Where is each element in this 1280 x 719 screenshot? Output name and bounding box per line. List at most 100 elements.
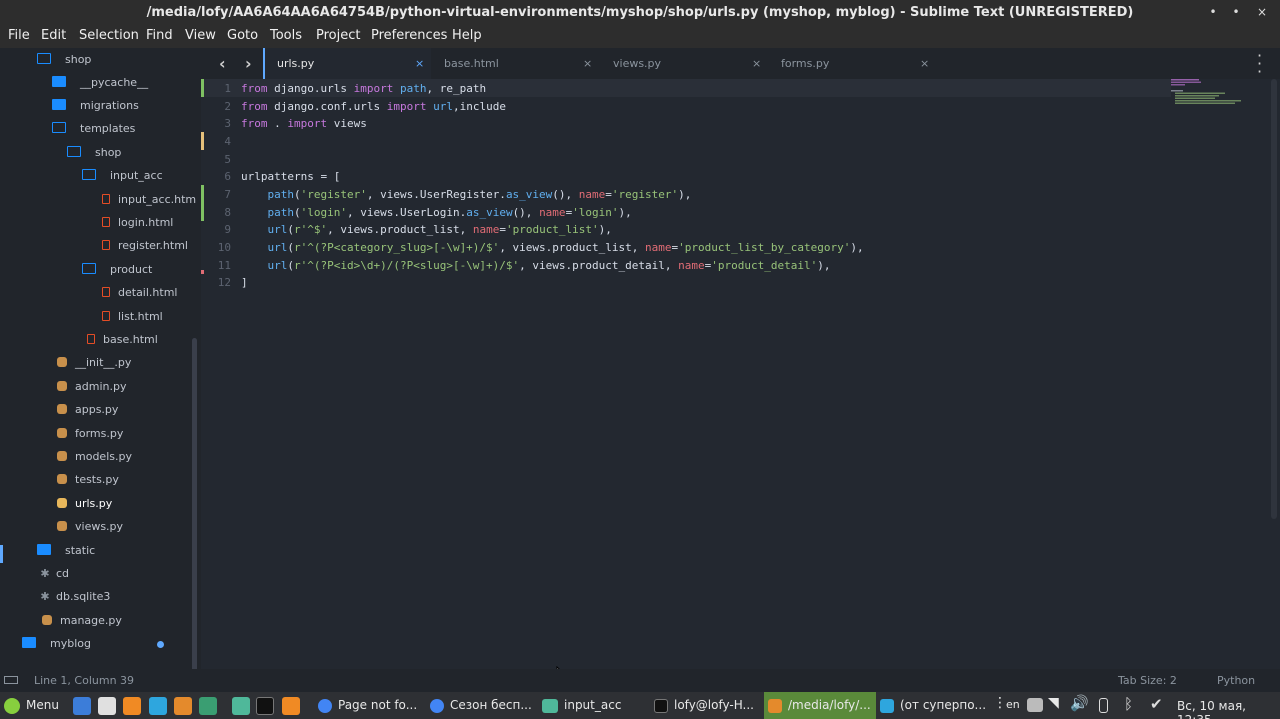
tree-item[interactable]: static <box>37 542 95 560</box>
tree-item[interactable]: views.py <box>57 518 123 536</box>
tree-item[interactable]: login.html <box>102 214 173 232</box>
tree-item[interactable]: models.py <box>57 448 132 466</box>
tree-item[interactable]: myblog <box>22 635 91 653</box>
editor-scrollbar[interactable] <box>1271 79 1277 519</box>
taskbar: Menu Page not fo... Сезон бесп... input_… <box>0 692 1280 719</box>
menu-project[interactable]: Project <box>316 28 360 43</box>
tree-item-label: migrations <box>80 99 139 112</box>
tree-item[interactable]: migrations <box>52 97 139 115</box>
tab-close-icon[interactable]: × <box>583 48 592 79</box>
telegram-icon[interactable] <box>149 697 167 715</box>
restore-button[interactable]: • <box>1226 0 1246 25</box>
task-window-active[interactable]: /media/lofy/... <box>764 692 876 719</box>
tab-urls-py[interactable]: urls.py × <box>263 48 431 79</box>
tab-size-selector[interactable]: Tab Size: 2 <box>1118 674 1177 687</box>
menu-goto[interactable]: Goto <box>227 28 258 43</box>
folder-app-icon[interactable] <box>232 697 250 715</box>
menu-tools[interactable]: Tools <box>270 28 302 43</box>
tree-item[interactable]: input_acc.htm <box>102 191 196 209</box>
tree-item[interactable]: __pycache__ <box>52 74 148 92</box>
firefox-icon[interactable] <box>123 697 141 715</box>
tree-item[interactable]: input_acc <box>82 167 163 185</box>
firefox-icon[interactable] <box>282 697 300 715</box>
tree-item[interactable]: detail.html <box>102 284 177 302</box>
forward-arrow-icon[interactable]: › <box>245 54 252 73</box>
desktop-icon[interactable] <box>73 697 91 715</box>
html-file-icon <box>102 240 110 250</box>
menu-selection[interactable]: Selection <box>79 28 139 43</box>
keyboard-layout[interactable]: en <box>1006 698 1020 711</box>
python-file-icon <box>57 474 67 484</box>
task-window[interactable]: lofy@lofy-H... <box>654 692 760 719</box>
minimize-button[interactable]: • <box>1203 0 1223 25</box>
menu-view[interactable]: View <box>185 28 216 43</box>
task-window[interactable]: input_acc <box>542 692 648 719</box>
tree-item[interactable]: base.html <box>87 331 158 349</box>
tree-item[interactable]: list.html <box>102 308 163 326</box>
tree-item-label: __init__.py <box>75 356 132 369</box>
tree-item[interactable]: shop <box>67 144 121 162</box>
menu-preferences[interactable]: Preferences <box>371 28 447 43</box>
tab-close-icon[interactable]: × <box>415 48 424 79</box>
panel-toggle-icon[interactable] <box>4 676 18 684</box>
menu-help[interactable]: Help <box>452 28 482 43</box>
tab-overflow-menu-icon[interactable]: · · · <box>1257 48 1262 80</box>
code-line: url(r'^$', views.product_list, name='pro… <box>267 223 612 236</box>
task-window[interactable]: Page not fo... <box>318 692 424 719</box>
printer-icon[interactable] <box>1027 698 1043 712</box>
task-window[interactable]: (от суперпо... <box>880 692 988 719</box>
tree-item[interactable]: apps.py <box>57 401 118 419</box>
syntax-selector[interactable]: Python <box>1217 674 1255 687</box>
window-title: /media/lofy/AA6A64AA6A64754B/python-virt… <box>146 5 1134 20</box>
tree-item-selected[interactable]: urls.py <box>57 495 112 513</box>
tree-item[interactable]: tests.py <box>57 471 119 489</box>
tab-base-html[interactable]: base.html × <box>444 48 599 79</box>
minimap[interactable] <box>1169 79 1249 109</box>
tree-item[interactable]: admin.py <box>57 378 126 396</box>
tree-item-label: static <box>65 544 96 557</box>
tab-forms-py[interactable]: forms.py × <box>781 48 936 79</box>
tree-item[interactable]: forms.py <box>57 425 123 443</box>
line-number: 12 <box>217 276 231 289</box>
code-line: url(r'^(?P<category_slug>[-\w]+)/$', vie… <box>267 241 864 254</box>
tab-views-py[interactable]: views.py × <box>613 48 768 79</box>
menu-file[interactable]: File <box>8 28 30 43</box>
code-editor[interactable]: 1 2 3 4 5 6 7 8 9 10 11 12 from django.u… <box>201 79 1280 669</box>
terminal-icon[interactable] <box>256 697 274 715</box>
python-file-icon <box>57 451 67 461</box>
files-icon[interactable] <box>98 697 116 715</box>
terminal-icon <box>654 698 668 713</box>
tab-close-icon[interactable]: × <box>752 48 761 79</box>
tree-item[interactable]: shop <box>37 51 91 69</box>
task-window[interactable]: Сезон бесп... <box>430 692 536 719</box>
tree-item[interactable]: ✱ db.sqlite3 <box>40 588 110 606</box>
task-label: input_acc <box>564 698 622 712</box>
line-number: 4 <box>224 135 231 148</box>
html-file-icon <box>102 217 110 227</box>
drag-handle-icon[interactable]: ⋮ <box>993 695 1007 711</box>
shield-check-icon[interactable]: ✔ <box>1150 695 1163 713</box>
tree-item[interactable]: register.html <box>102 237 188 255</box>
start-menu-button[interactable]: Menu <box>4 692 59 719</box>
status-bar: Line 1, Column 39 Tab Size: 2 Python <box>0 669 1280 692</box>
volume-icon[interactable]: 🔊 <box>1070 694 1089 712</box>
close-button[interactable]: × <box>1252 0 1272 25</box>
tab-close-icon[interactable]: × <box>920 48 929 79</box>
line-number: 1 <box>224 82 231 95</box>
app-icon[interactable] <box>199 697 217 715</box>
clock[interactable]: Вс, 10 мая, 12:35 <box>1177 699 1280 719</box>
tree-item[interactable]: templates <box>52 120 135 138</box>
tree-item[interactable]: ✱ cd <box>40 565 69 583</box>
tree-item[interactable]: __init__.py <box>57 354 131 372</box>
unsaved-dot-icon <box>157 641 164 648</box>
battery-icon[interactable] <box>1099 698 1108 713</box>
tree-item[interactable]: manage.py <box>42 612 122 630</box>
tree-item[interactable]: product <box>82 261 152 279</box>
sidebar-scrollbar[interactable] <box>192 338 197 669</box>
menu-find[interactable]: Find <box>146 28 173 43</box>
back-arrow-icon[interactable]: ‹ <box>219 54 226 73</box>
bluetooth-icon[interactable]: ᛒ <box>1124 695 1133 713</box>
menu-edit[interactable]: Edit <box>41 28 66 43</box>
wifi-icon[interactable]: ◥ <box>1048 695 1059 711</box>
sublime-icon[interactable] <box>174 697 192 715</box>
